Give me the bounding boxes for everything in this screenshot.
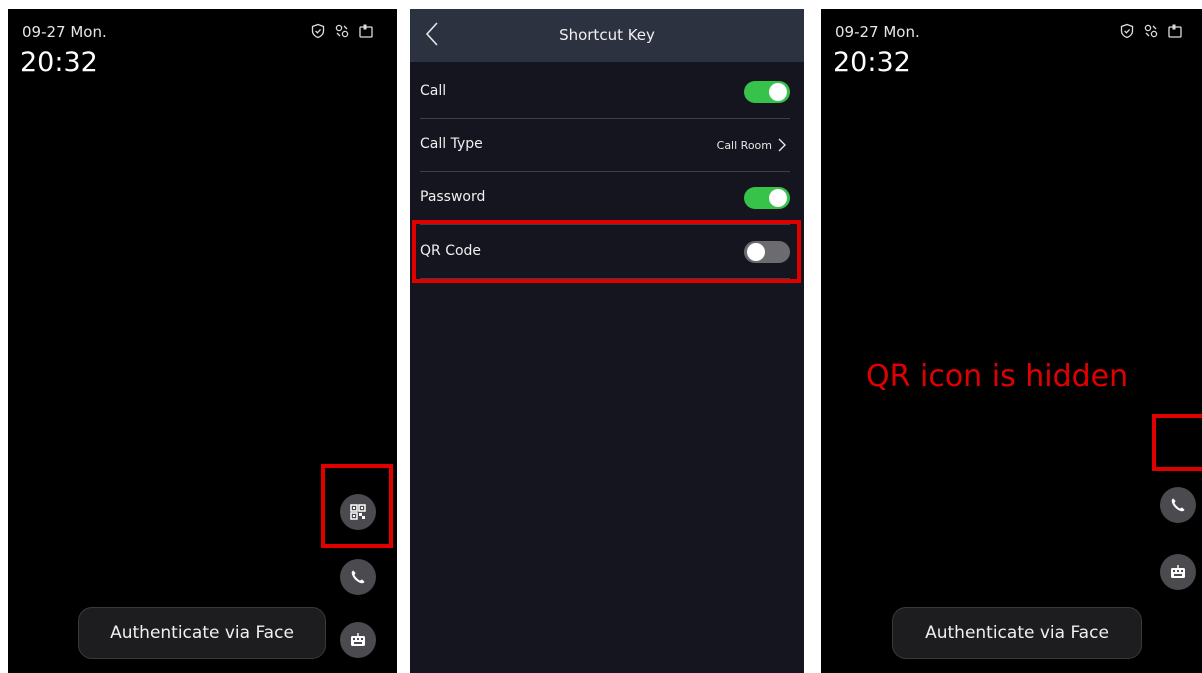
call-button[interactable]	[1160, 487, 1196, 523]
link-icon	[335, 24, 349, 38]
time-label: 20:32	[20, 47, 98, 78]
setting-row-password: Password	[410, 172, 804, 225]
keypad-button[interactable]	[1160, 554, 1196, 590]
status-bar	[1119, 23, 1183, 39]
setting-label: Password	[420, 189, 486, 205]
toggle-knob	[769, 83, 787, 101]
settings-header: Shortcut Key	[410, 9, 804, 62]
keypad-button[interactable]	[340, 622, 376, 658]
phone-icon	[1171, 498, 1185, 512]
shortcut-key-settings: Shortcut Key Call Call Type Call Room Pa…	[410, 9, 804, 673]
keyboard-icon	[1171, 565, 1185, 578]
keyboard-icon	[351, 633, 365, 646]
call-toggle[interactable]	[744, 81, 790, 103]
setting-label: Call	[420, 83, 447, 99]
home-screen-after: 09-27 Mon. 20:32 QR icon is hidden Authe…	[821, 9, 1202, 673]
password-toggle[interactable]	[744, 187, 790, 209]
time-label: 20:32	[833, 47, 911, 78]
page-title: Shortcut Key	[559, 26, 655, 44]
link-icon	[1144, 24, 1158, 38]
qr-button-highlight	[321, 464, 393, 548]
hidden-qr-highlight	[1152, 414, 1202, 471]
phone-icon	[351, 570, 365, 584]
chevron-right-icon	[778, 138, 786, 152]
home-screen-before: 09-27 Mon. 20:32 Authenticate via Face	[8, 9, 397, 673]
setting-row-call-type[interactable]: Call Type Call Room	[410, 119, 804, 172]
authenticate-face-button[interactable]: Authenticate via Face	[892, 607, 1142, 659]
call-button[interactable]	[340, 559, 376, 595]
date-label: 09-27 Mon.	[22, 23, 107, 41]
toggle-knob	[769, 189, 787, 207]
date-label: 09-27 Mon.	[835, 23, 920, 41]
card-icon	[359, 24, 373, 38]
annotation-label: QR icon is hidden	[866, 359, 1129, 394]
shield-icon	[1120, 23, 1134, 39]
setting-row-call: Call	[410, 66, 804, 119]
setting-label: Call Type	[420, 136, 483, 152]
call-type-value-label: Call Room	[716, 138, 772, 152]
card-icon	[1168, 24, 1182, 38]
status-bar	[310, 23, 374, 39]
qr-code-row-highlight	[412, 220, 801, 283]
authenticate-face-button[interactable]: Authenticate via Face	[78, 607, 326, 659]
call-type-value[interactable]: Call Room	[717, 138, 786, 152]
shield-icon	[311, 23, 325, 39]
